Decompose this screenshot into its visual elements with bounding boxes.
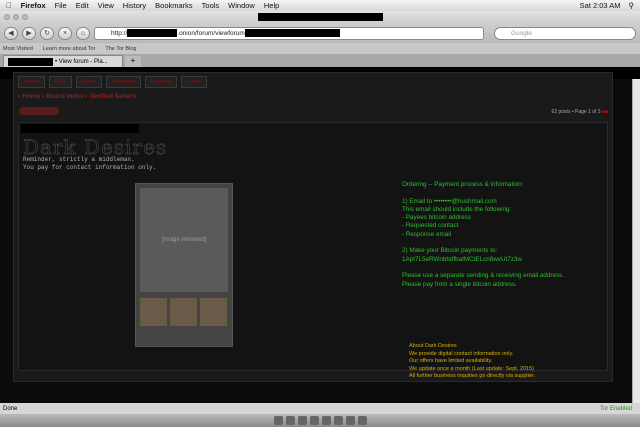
bookmark-learn-tor[interactable]: Learn more about Tor (43, 46, 96, 52)
dock (0, 414, 640, 427)
menu-app[interactable]: Firefox (21, 1, 46, 10)
nav-login[interactable]: Login (181, 76, 207, 88)
notice-line: Reminder, strictly a middleman. (23, 156, 135, 163)
post: Dark Desires Reminder, strictly a middle… (18, 122, 608, 379)
redacted-url (244, 29, 340, 37)
payment-step2: 2) Make your Bitcoin payments to: (402, 247, 498, 255)
redacted-title (258, 13, 383, 21)
forum-nav: Home FAQ Rules Members Register Login (18, 76, 207, 88)
stop-button[interactable]: × (58, 26, 72, 40)
window-titlebar (0, 11, 640, 23)
menu-history[interactable]: History (123, 1, 146, 10)
clock[interactable]: Sat 2:03 AM (580, 1, 621, 10)
menu-bookmarks[interactable]: Bookmarks (155, 1, 193, 10)
payment-note: Please pay from a single bitcoin address… (402, 280, 517, 288)
redacted-author (21, 124, 139, 133)
search-placeholder: Google (511, 29, 532, 37)
tab-label: • View forum - Pla... (55, 58, 108, 65)
bookmark-tor-blog[interactable]: The Tor Blog (105, 46, 136, 52)
scrollbar[interactable] (632, 79, 640, 403)
redacted-tab (8, 57, 53, 66)
dock-icon[interactable] (333, 416, 343, 425)
photo-placeholder: [image removed] (140, 188, 228, 292)
nav-toolbar: ◀ ▶ ↻ × ⌂ http:// .onion/forum/viewforum… (0, 23, 640, 43)
dock-icon[interactable] (285, 416, 295, 425)
url-bar[interactable]: http:// .onion/forum/viewforum (94, 26, 484, 40)
breadcrumb[interactable]: • Home • Board index • Verified Sellers (18, 93, 136, 100)
listing-photo-placeholder: [image removed] (135, 183, 233, 347)
status-text: Done (3, 405, 18, 412)
tab-view-forum[interactable]: • View forum - Pla... (3, 55, 123, 67)
url-path: .onion/forum/viewforum (177, 29, 245, 37)
payment-item: - Payees bitcoin address (402, 214, 471, 222)
payment-item: - Response email (402, 230, 451, 238)
dock-icon[interactable] (309, 416, 319, 425)
thumbnail[interactable] (140, 298, 167, 326)
menu-tools[interactable]: Tools (202, 1, 220, 10)
zoom-button[interactable] (22, 14, 28, 20)
home-button[interactable]: ⌂ (76, 26, 90, 40)
menu-view[interactable]: View (98, 1, 114, 10)
menu-help[interactable]: Help (264, 1, 279, 10)
post-notice: Reminder, strictly a middleman. You pay f… (23, 156, 156, 172)
nav-faq[interactable]: FAQ (48, 76, 72, 88)
page-content: Home FAQ Rules Members Register Login • … (0, 72, 632, 403)
about-section: About Dark Desires We provide digital co… (409, 343, 535, 381)
about-line: We update once a month (Last update: Sep… (409, 365, 534, 372)
apple-icon[interactable]:  (6, 1, 12, 10)
dock-icon[interactable] (345, 416, 355, 425)
tab-strip: • View forum - Pla... + (0, 54, 640, 67)
reload-button[interactable]: ↻ (40, 26, 54, 40)
page-buttons[interactable]: ■■ (602, 109, 608, 115)
about-line: Our offers have limited availability. (409, 358, 493, 364)
nav-members[interactable]: Members (105, 76, 141, 88)
pagination: 62 posts • Page 1 of 3 ■■ (552, 109, 608, 115)
minimize-button[interactable] (13, 14, 19, 20)
thumbnail[interactable] (170, 298, 197, 326)
nav-rules[interactable]: Rules (75, 76, 102, 88)
forward-button[interactable]: ▶ (22, 26, 36, 40)
bookmarks-bar: Most Visited Learn more about Tor The To… (0, 43, 640, 54)
search-input[interactable]: Google (494, 26, 636, 40)
post-count: 62 posts • (551, 109, 574, 115)
dock-icon[interactable] (273, 416, 283, 425)
payment-info: Ordering -- Payment process & informatio… (402, 181, 564, 289)
nav-register[interactable]: Register (144, 76, 178, 88)
notice-line: You pay for contact information only. (23, 164, 157, 171)
spotlight-icon[interactable]: ⚲ (629, 1, 635, 10)
close-button[interactable] (4, 14, 10, 20)
payment-step1b: This email should include the following: (402, 205, 512, 213)
about-heading: About Dark Desires (409, 343, 457, 349)
dock-icon[interactable] (297, 416, 307, 425)
thumbnail[interactable] (200, 298, 227, 326)
menu-window[interactable]: Window (228, 1, 255, 10)
back-button[interactable]: ◀ (4, 26, 18, 40)
payment-heading: Ordering -- Payment process & informatio… (402, 181, 524, 188)
redacted-url (127, 29, 178, 37)
bitcoin-address: 1Apt7L5eRWnbbdfbatMCtELcn8wvUt7z3w (402, 255, 522, 263)
bookmark-most-visited[interactable]: Most Visited (3, 46, 33, 52)
new-tab-button[interactable]: + (125, 56, 141, 67)
payment-note: Please use a separate sending & receivin… (402, 272, 565, 280)
forum-frame: Home FAQ Rules Members Register Login • … (13, 72, 613, 382)
about-line: We provide digital contact information o… (409, 350, 514, 357)
menu-file[interactable]: File (55, 1, 67, 10)
about-line: All further business inquiries go direct… (409, 373, 535, 379)
dock-icon[interactable] (321, 416, 331, 425)
menu-edit[interactable]: Edit (76, 1, 89, 10)
new-topic-button[interactable] (19, 107, 59, 115)
url-prefix: http:// (111, 29, 128, 37)
payment-step1: 1) Email to ••••••••@hushmail.com (402, 197, 497, 205)
page-indicator[interactable]: Page 1 of 3 (575, 109, 601, 115)
dock-icon[interactable] (357, 416, 367, 425)
nav-home[interactable]: Home (18, 76, 45, 88)
mac-menubar:  Firefox File Edit View History Bookmar… (0, 0, 640, 11)
status-bar: Done Tor Enabled (0, 403, 640, 414)
tor-status[interactable]: Tor Enabled (600, 406, 640, 412)
payment-item: - Requested contact (402, 222, 459, 230)
